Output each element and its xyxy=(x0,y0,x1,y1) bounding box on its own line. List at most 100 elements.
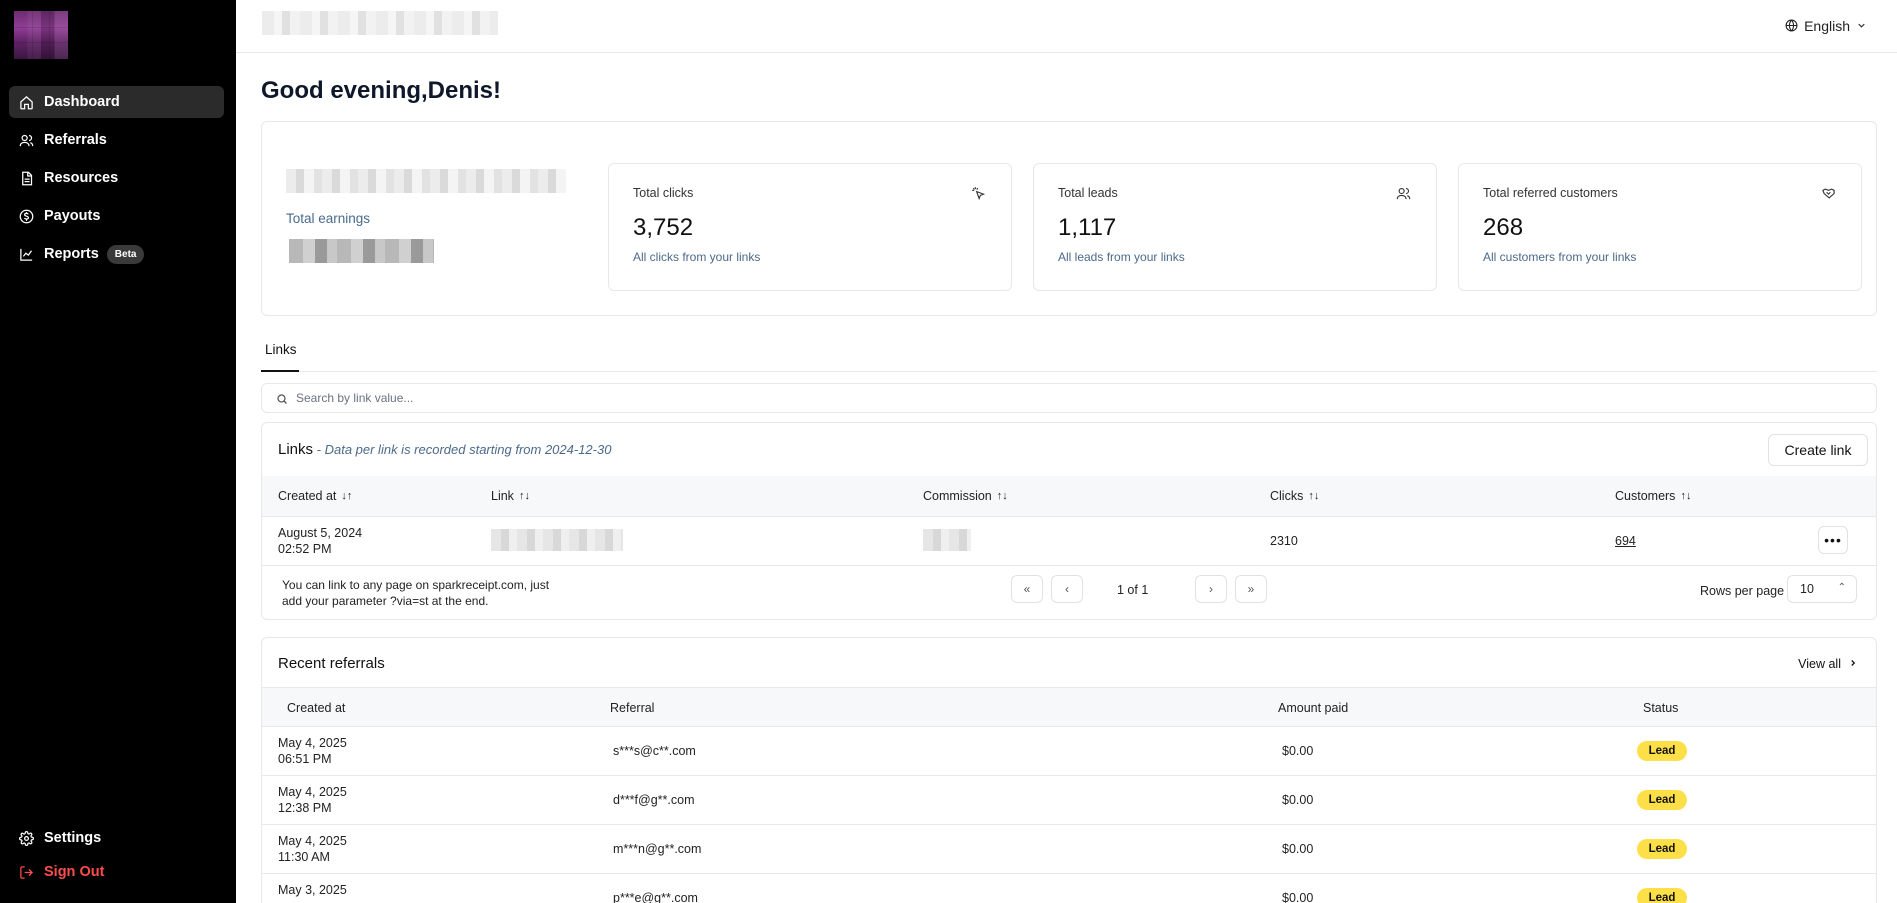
rows-per-page-select[interactable]: 10 ⌃ xyxy=(1787,575,1857,603)
sidebar-item-settings[interactable]: Settings xyxy=(9,822,224,854)
table-row[interactable]: May 4, 2025 11:30 AM m***n@g**.com $0.00… xyxy=(262,825,1876,874)
sidebar-item-dashboard[interactable]: Dashboard xyxy=(9,86,224,118)
referrals-table-header: Created at Referral Amount paid Status xyxy=(262,687,1876,727)
col-status: Status xyxy=(1643,701,1679,715)
sidebar-item-label: Resources xyxy=(44,170,119,186)
col-customers[interactable]: Customers ↑↓ xyxy=(1615,489,1691,503)
col-label: Link xyxy=(491,489,514,503)
redacted-earnings-value xyxy=(289,239,434,263)
col-label: Created at xyxy=(278,489,337,503)
sort-icon: ↑↓ xyxy=(1308,490,1320,502)
redacted-title xyxy=(262,11,498,35)
row-amount: $0.00 xyxy=(1282,891,1314,903)
row-created-at: May 4, 2025 06:51 PM xyxy=(278,735,347,767)
sort-desc-icon: ↓↑ xyxy=(341,490,353,502)
chevron-down-icon xyxy=(1856,18,1867,34)
sidebar-item-resources[interactable]: Resources xyxy=(9,162,224,194)
row-referral: m***n@g**.com xyxy=(613,842,702,856)
tab-links[interactable]: Links xyxy=(261,342,299,372)
stats-panel: Total earnings Total clicks 3,752 All cl… xyxy=(261,121,1877,316)
col-link[interactable]: Link ↑↓ xyxy=(491,489,530,503)
col-created-at[interactable]: Created at ↓↑ xyxy=(278,489,352,503)
earnings-label: Total earnings xyxy=(286,211,371,226)
row-date: May 4, 2025 xyxy=(278,785,347,799)
links-subtitle: - Data per link is recorded starting fro… xyxy=(313,442,612,457)
view-all-label: View all xyxy=(1798,656,1841,671)
stat-label: Total leads xyxy=(1058,186,1118,200)
col-commission[interactable]: Commission ↑↓ xyxy=(923,489,1008,503)
top-bar: English xyxy=(236,0,1897,53)
row-referral: d***f@g**.com xyxy=(613,793,695,807)
logo[interactable] xyxy=(14,11,68,59)
rows-per-page-label: Rows per page xyxy=(1700,584,1785,598)
sidebar-item-sign-out[interactable]: Sign Out xyxy=(9,856,224,888)
stat-label: Total referred customers xyxy=(1483,186,1618,200)
redacted-earnings-header xyxy=(286,169,566,193)
col-created-at: Created at xyxy=(287,701,346,715)
document-icon xyxy=(18,170,34,186)
sidebar-bottom: Settings Sign Out xyxy=(9,822,224,890)
sidebar-item-label: Sign Out xyxy=(44,864,105,880)
sidebar-item-referrals[interactable]: Referrals xyxy=(9,124,224,156)
row-created-at: May 4, 2025 12:38 PM xyxy=(278,784,347,816)
status-badge: Lead xyxy=(1637,790,1687,810)
sidebar: Dashboard Referrals Resources Payouts Re… xyxy=(0,0,236,903)
row-time: 11:30 AM xyxy=(278,850,330,864)
home-icon xyxy=(18,94,34,110)
stat-value: 1,117 xyxy=(1058,214,1117,241)
row-amount: $0.00 xyxy=(1282,842,1314,856)
row-actions-button[interactable]: ••• xyxy=(1818,526,1848,554)
status-badge: Lead xyxy=(1637,888,1687,903)
stat-card-clicks: Total clicks 3,752 All clicks from your … xyxy=(608,163,1012,291)
users-icon xyxy=(1396,186,1412,202)
row-referral: s***s@c**.com xyxy=(613,744,696,758)
referrals-title: Recent referrals xyxy=(278,655,385,672)
stat-card-customers: Total referred customers 268 All custome… xyxy=(1458,163,1862,291)
col-referral: Referral xyxy=(610,701,655,715)
row-clicks: 2310 xyxy=(1270,534,1298,548)
recent-referrals-panel: Recent referrals View all Created at Ref… xyxy=(261,637,1877,903)
table-row[interactable]: May 4, 2025 06:51 PM s***s@c**.com $0.00… xyxy=(262,727,1876,776)
sidebar-item-payouts[interactable]: Payouts xyxy=(9,200,224,232)
redacted-commission xyxy=(923,529,971,551)
stat-subtext: All leads from your links xyxy=(1058,250,1185,264)
chevron-right-icon xyxy=(1848,656,1858,671)
table-row[interactable]: May 4, 2025 12:38 PM d***f@g**.com $0.00… xyxy=(262,776,1876,825)
sidebar-item-label: Payouts xyxy=(44,208,101,224)
stat-value: 268 xyxy=(1483,214,1524,241)
sign-out-icon xyxy=(18,864,34,880)
create-link-button[interactable]: Create link xyxy=(1768,434,1868,466)
col-amount-paid: Amount paid xyxy=(1278,701,1349,715)
sidebar-item-reports[interactable]: Reports Beta xyxy=(9,238,224,270)
handshake-icon xyxy=(1821,186,1837,202)
col-clicks[interactable]: Clicks ↑↓ xyxy=(1270,489,1319,503)
links-table-header: Created at ↓↑ Link ↑↓ Commission ↑↓ Clicks ↑… xyxy=(262,476,1876,516)
globe-icon xyxy=(1785,19,1799,33)
chevron-right-icon: › xyxy=(1209,582,1213,596)
last-page-button[interactable]: » xyxy=(1235,575,1267,603)
search-icon xyxy=(276,392,289,405)
double-chevron-right-icon: » xyxy=(1247,582,1255,596)
language-select[interactable]: English xyxy=(1777,12,1875,40)
search-input[interactable] xyxy=(296,391,1846,405)
double-chevron-left-icon: « xyxy=(1023,582,1031,596)
sidebar-item-label: Referrals xyxy=(44,132,107,148)
page-title: Good evening,Denis! xyxy=(261,77,502,104)
table-row[interactable]: May 3, 2025 p***e@g**.com $0.00 Lead xyxy=(262,874,1876,903)
sidebar-item-label: Settings xyxy=(44,830,102,846)
col-label: Customers xyxy=(1615,489,1676,503)
row-created-at: May 4, 2025 11:30 AM xyxy=(278,833,347,865)
beta-badge: Beta xyxy=(106,244,145,264)
sort-icon: ↑↓ xyxy=(996,490,1008,502)
view-all-link[interactable]: View all xyxy=(1798,656,1858,671)
row-time: 12:38 PM xyxy=(278,801,332,815)
next-page-button[interactable]: › xyxy=(1195,575,1227,603)
first-page-button[interactable]: « xyxy=(1011,575,1043,603)
row-created-at: May 3, 2025 xyxy=(278,882,347,898)
links-title-text: Links xyxy=(278,441,314,458)
stat-label: Total clicks xyxy=(633,186,694,200)
prev-page-button[interactable]: ‹ xyxy=(1051,575,1083,603)
row-amount: $0.00 xyxy=(1282,793,1314,807)
redacted-link[interactable] xyxy=(491,529,623,551)
row-customers-link[interactable]: 694 xyxy=(1615,534,1636,548)
